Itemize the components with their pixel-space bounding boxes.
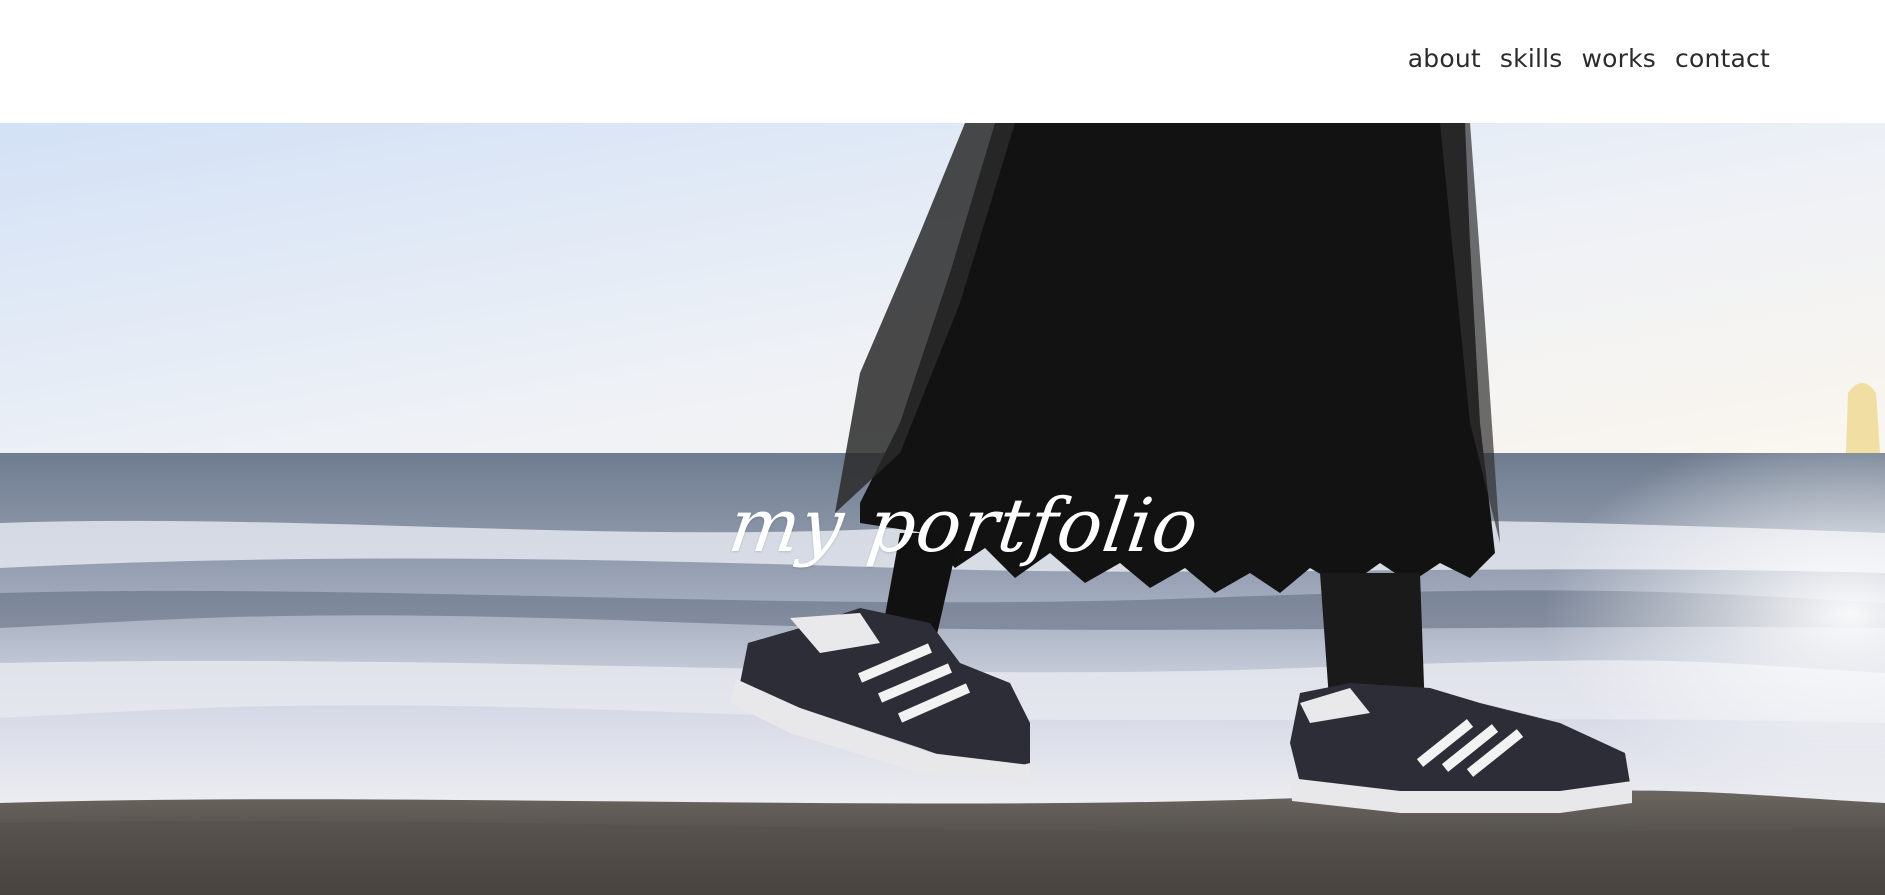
hero-title: my portfolio bbox=[723, 483, 1205, 569]
hero-section: my portfolio bbox=[0, 123, 1885, 895]
nav-link-skills[interactable]: skills bbox=[1500, 44, 1563, 73]
nav-link-about[interactable]: about bbox=[1408, 44, 1481, 73]
site-header: about skills works contact bbox=[0, 0, 1885, 123]
main-nav: about skills works contact bbox=[1408, 44, 1770, 73]
nav-link-works[interactable]: works bbox=[1582, 44, 1657, 73]
nav-link-contact[interactable]: contact bbox=[1675, 44, 1770, 73]
